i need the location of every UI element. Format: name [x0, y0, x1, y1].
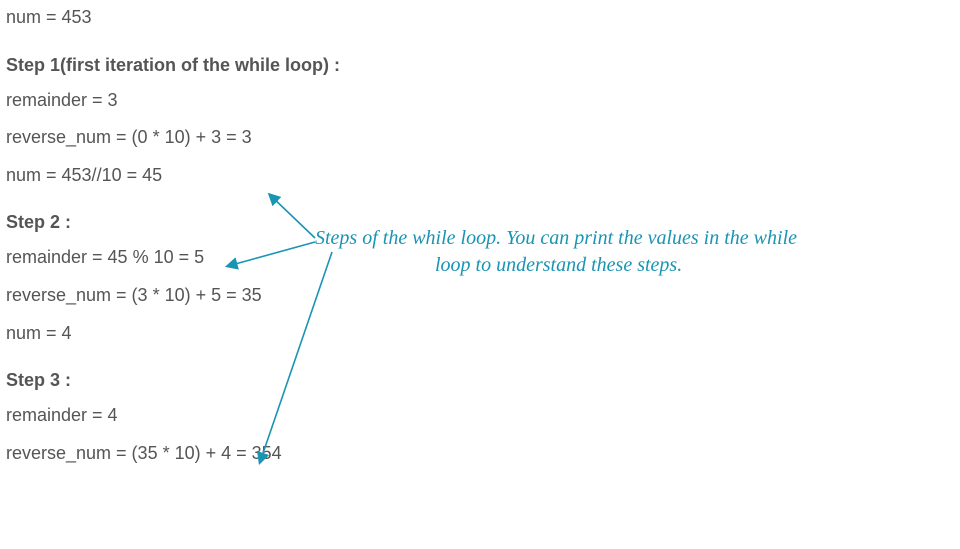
step3-reverse: reverse_num = (35 * 10) + 4 = 354	[6, 443, 960, 465]
annotation: Steps of the while loop. You can print t…	[315, 225, 945, 279]
arrow-to-step3	[260, 252, 332, 462]
intro-num: num = 453	[6, 7, 960, 29]
annotation-line2: loop to understand these steps.	[315, 252, 945, 279]
step1-heading: Step 1(first iteration of the while loop…	[6, 55, 960, 76]
step1-num: num = 453//10 = 45	[6, 165, 960, 187]
step3-heading: Step 3 :	[6, 370, 960, 391]
step2-reverse: reverse_num = (3 * 10) + 5 = 35	[6, 285, 960, 307]
step3-remainder: remainder = 4	[6, 405, 960, 427]
annotation-line1: Steps of the while loop. You can print t…	[315, 227, 797, 249]
step2-num: num = 4	[6, 323, 960, 345]
step1-remainder: remainder = 3	[6, 90, 960, 112]
step1-reverse: reverse_num = (0 * 10) + 3 = 3	[6, 127, 960, 149]
page: num = 453 Step 1(first iteration of the …	[0, 0, 960, 549]
